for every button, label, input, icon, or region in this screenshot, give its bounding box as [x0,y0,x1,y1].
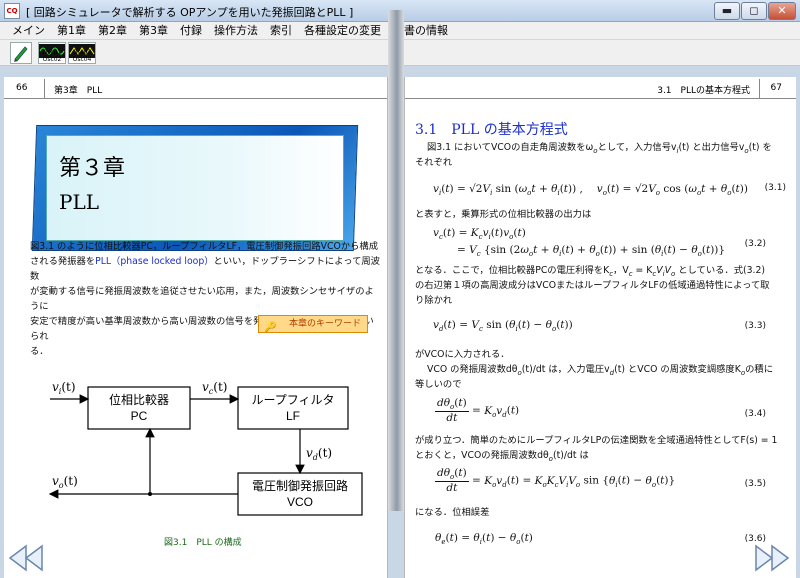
right-page-number: 67 [770,83,782,93]
keyword-button-label: 本章のキーワード [289,319,362,329]
header-rule [405,98,796,99]
minimize-button[interactable]: ▬ [714,2,740,20]
equation-3-3: vd(t) = Vc sin (θi(t) − θo(t)) [433,319,573,334]
menu-index[interactable]: 索引 [264,22,298,39]
text-line: それぞれ [415,157,453,168]
chapter-title-box: 第３章 PLL [31,125,359,251]
text-line: 等しいので [415,379,462,390]
maximize-button[interactable]: ◻ [741,2,767,20]
equation-3-5: dθo(t) dt = Kovd(t) = KoKcViVo sin {θi(t)… [435,467,676,495]
vc-label: vc(t) [202,380,227,396]
window-title: [ 回路シミュレータで解析する OPアンプを用いた発振回路とPLL ] [26,6,354,19]
left-page-number: 66 [16,83,28,93]
vd-label: vd(t) [306,446,332,462]
oscilloscope-1-button[interactable]: Osc01 Osc02 [38,42,66,64]
chapter-keyword-button[interactable]: 🔑 本章のキーワード [258,315,368,333]
left-chapter-label: 第3章 PLL [54,86,103,96]
equation-number: (3.5) [744,479,766,489]
text-line: になる．位相誤差 [415,507,490,518]
chapter-inner: 第３章 PLL [46,135,344,241]
right-page: 3.1 PLLの基本方程式 67 3.1 PLL の基本方程式 図3.1 におい… [404,77,796,578]
right-page-header: 3.1 PLLの基本方程式 67 [405,79,796,99]
equation-number: (3.4) [744,409,766,419]
junction-dot [148,492,152,496]
next-page-button[interactable] [752,544,792,572]
figure-caption: 図3.1 PLL の構成 [164,538,242,548]
equation-3-2a: vc(t) = Kcvi(t)vo(t) [433,227,526,242]
oscilloscope-2-button[interactable]: Osc03 Osc04 [68,42,96,64]
pll-keyword-link[interactable]: PLL（phase locked loop） [95,256,213,267]
menu-settings[interactable]: 各種設定の変更 [298,22,387,39]
equation-number: (3.3) [744,321,766,331]
left-page: 66 第3章 PLL 第３章 PLL 図3.1 のように位相比較器PC，ループフ… [4,77,388,578]
intro-paragraph: 図3.1 のように位相比較器PC，ループフィルタLF，電圧制御発振回路VCOから… [30,239,382,359]
vo-label: vo(t) [52,474,78,490]
para-text: される発振器を [30,256,96,267]
pen-icon [14,46,28,62]
equation-number: (3.6) [744,534,766,544]
menu-main[interactable]: メイン [6,22,51,39]
vco-label-1: 電圧制御発振回路 [252,478,348,493]
section-title: 3.1 PLL の基本方程式 [415,122,568,138]
equation-3-1: vi(t) = √2Vi sin (ωot + θi(t)) , vo(t) =… [433,183,748,198]
close-button[interactable]: ✕ [768,2,796,20]
text-line: とおくと，VCOの発振周波数dθo(t)/dt は [415,450,589,463]
text-line: の右辺第１項の高周波成分はVCOまたはループフィルタLFの低域通過特性によって取 [415,280,770,291]
para-line: 図3.1 のように位相比較器PC，ループフィルタLF，電圧制御発振回路VCOから… [30,241,378,252]
pen-tool-button[interactable] [10,42,32,64]
left-page-header: 66 第3章 PLL [4,79,387,99]
tool-label: Osc03 Osc04 [72,49,92,63]
menu-appendix[interactable]: 付録 [174,22,208,39]
text-line: が成り立つ．簡単のためにループフィルタLPの伝達関数を全域通過特性としてF(s)… [415,435,778,446]
pc-label-2: PC [131,409,148,423]
text-line: がVCOに入力される． [415,349,510,360]
equation-3-6: θe(t) = θi(t) − θo(t) [435,532,533,547]
right-chapter-label: 3.1 PLLの基本方程式 [657,86,750,96]
lf-label-2: LF [286,409,300,423]
text-line: り除かれ [415,295,453,306]
para-line: る． [30,346,49,357]
tool-label: Osc01 Osc02 [42,49,62,63]
header-divider [44,79,45,99]
app-icon: CQ [4,3,20,19]
pll-block-diagram: 位相比較器 PC ループフィルタ LF 電圧制御発振回路 VCO vi(t) v… [48,380,363,516]
text-line: と表すと，乗算形式の位相比較器の出力は [415,209,592,220]
menu-chapter1[interactable]: 第1章 [51,22,92,39]
vco-label-2: VCO [287,495,313,509]
menu-chapter3[interactable]: 第3章 [133,22,174,39]
book-gutter [388,10,404,511]
lf-label-1: ループフィルタ [251,393,334,407]
key-icon: 🔑 [264,322,277,333]
para-line: される発振器をPLL（phase locked loop）といい，ドップラーシフ… [30,254,382,284]
chapter-subtitle: PLL [59,190,100,214]
equation-number: (3.2) [744,239,766,249]
menu-chapter2[interactable]: 第2章 [92,22,133,39]
equation-number: (3.1) [764,183,786,193]
prev-page-button[interactable] [6,544,46,572]
header-divider [759,79,760,99]
equation-3-4: dθo(t) dt = Kovd(t) [435,397,520,425]
header-rule [4,98,387,99]
pc-label-1: 位相比較器 [109,392,169,407]
para-line: が変動する信号に発振周波数を追従させたい応用，また，周波数シンセサイザのように [30,286,374,312]
chapter-title: 第３章 [59,156,126,181]
equation-3-2b: = Vc {sin (2ωot + θi(t) + θo(t)) + sin (… [457,244,726,259]
menu-howto[interactable]: 操作方法 [208,22,264,39]
vi-label: vi(t) [52,380,76,396]
